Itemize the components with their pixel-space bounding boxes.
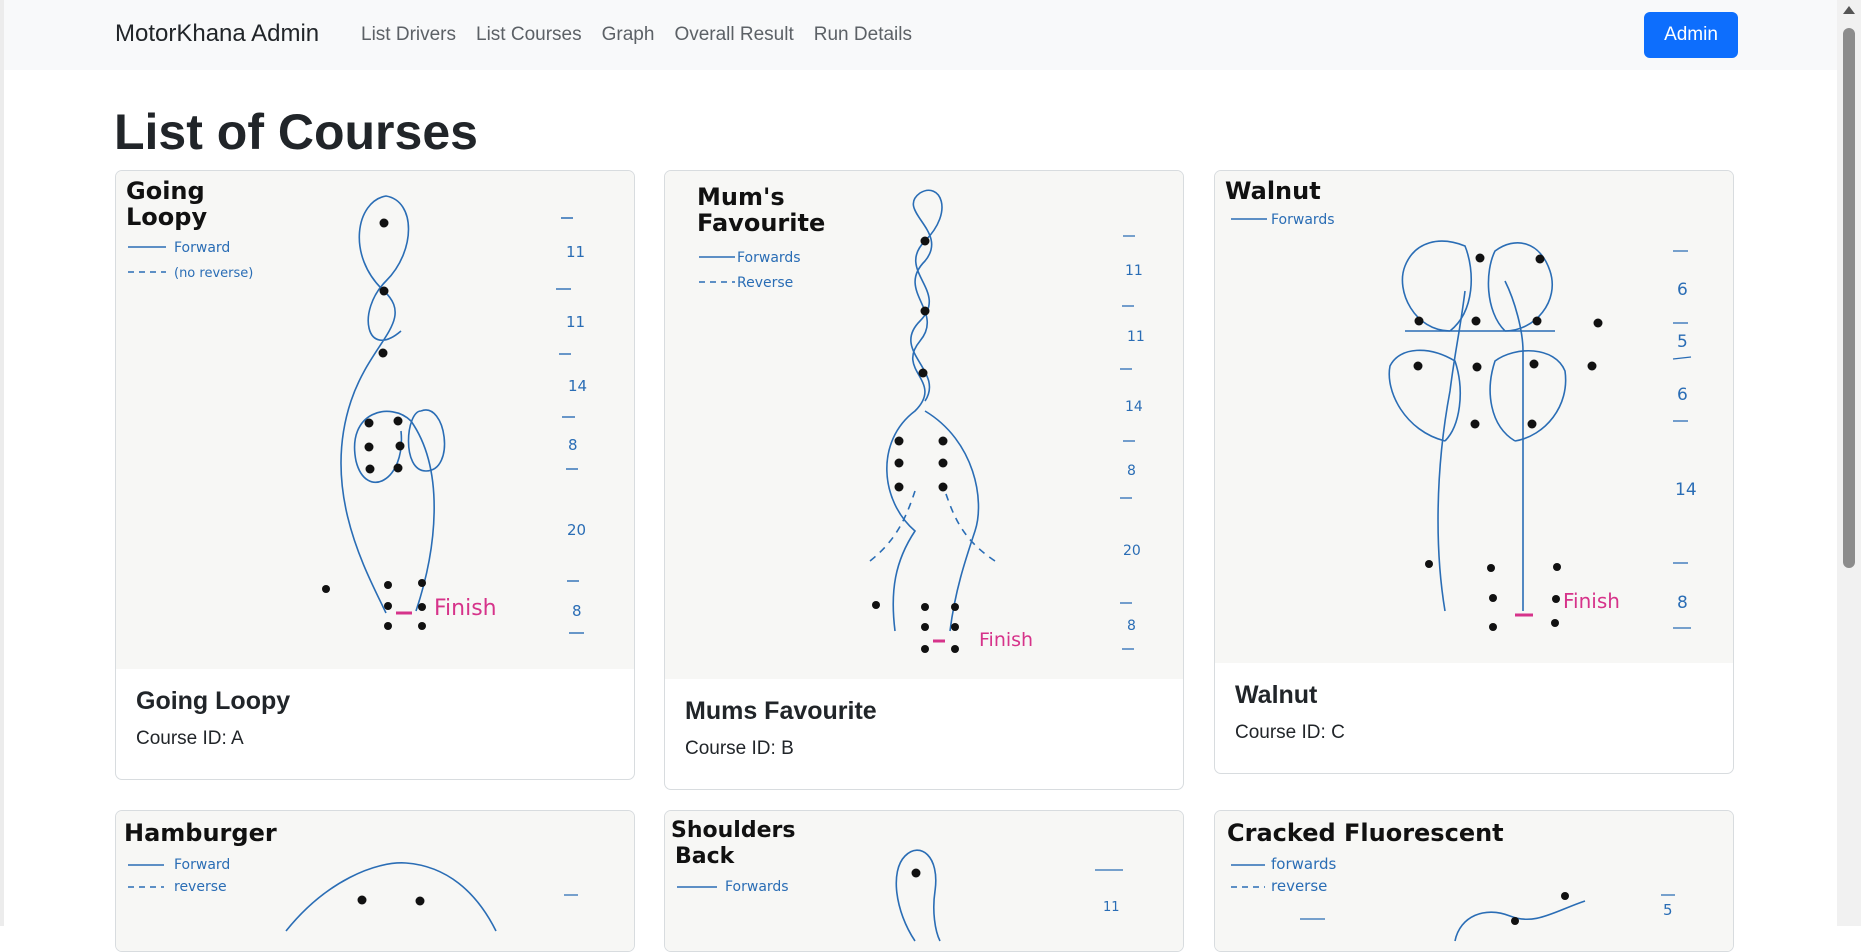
distance-label: 11 [1127,329,1145,345]
distance-label: 8 [1127,618,1136,634]
distance-label: 8 [1127,463,1136,479]
course-image: Cracked Fluorescent forwards reverse 5 [1215,811,1733,951]
distance-label: 14 [1675,480,1697,500]
legend-label: Forwards [725,879,789,895]
course-card[interactable]: Hamburger Forward reverse [115,810,635,952]
sketch-heading: Cracked Fluorescent [1227,819,1504,847]
course-card[interactable]: Shoulders Back Forwards 11 [664,810,1184,952]
sketch-heading: Hamburger [124,819,277,847]
sketch-heading: Going [126,177,205,205]
sketch-heading: Walnut [1225,177,1321,205]
course-card[interactable]: Walnut Forwards Finish 6 5 6 14 8 Walnut… [1214,170,1734,774]
distance-label: 5 [1663,901,1673,919]
distance-label: 8 [572,602,582,620]
course-id: Course ID: B [685,738,794,759]
distance-label: 6 [1677,385,1688,405]
course-card[interactable]: Cracked Fluorescent forwards reverse 5 [1214,810,1734,952]
legend-label: Forward [174,240,230,256]
distance-label: 6 [1677,280,1688,300]
legend-label: (no reverse) [174,266,253,281]
vertical-scrollbar[interactable] [1837,0,1861,926]
sketch-heading: Loopy [126,203,207,231]
distance-label: 11 [566,313,585,331]
course-image: Shoulders Back Forwards 11 [665,811,1183,951]
course-title[interactable]: Going Loopy [136,687,614,716]
course-image: Hamburger Forward reverse [116,811,634,951]
scroll-thumb[interactable] [1843,28,1855,568]
legend-label: reverse [174,879,227,895]
card-body: Mums Favourite Course ID: B [665,679,1183,778]
brand[interactable]: MotorKhana Admin [115,20,319,48]
distance-label: 5 [1677,332,1688,352]
nav-link-list-drivers[interactable]: List Drivers [361,24,456,46]
distance-label: 11 [1103,900,1120,915]
nav-link-graph[interactable]: Graph [602,24,655,46]
top-navbar: MotorKhana Admin List Drivers List Cours… [4,0,1837,70]
course-image: Going Loopy Forward (no reverse) Finish … [116,171,634,669]
nav-links: List Drivers List Courses Graph Overall … [361,24,912,46]
legend-label: Forwards [737,250,801,266]
distance-label: 11 [566,243,585,261]
sketch-heading: Favourite [697,209,825,237]
nav-link-overall-result[interactable]: Overall Result [674,24,793,46]
admin-button[interactable]: Admin [1644,12,1738,58]
course-title[interactable]: Walnut [1235,681,1713,710]
legend-label: reverse [1271,877,1327,895]
course-card[interactable]: Mum's Favourite Forwards Reverse Finish … [664,170,1184,790]
course-image: Mum's Favourite Forwards Reverse Finish … [665,171,1183,679]
distance-label: 20 [567,521,586,539]
distance-label: 11 [1125,263,1143,279]
finish-label: Finish [979,629,1033,651]
window-edge [0,0,4,926]
sketch-heading: Back [675,844,736,869]
distance-label: 8 [568,436,578,454]
finish-label: Finish [1563,589,1620,613]
card-body: Going Loopy Course ID: A [116,669,634,768]
card-body: Walnut Course ID: C [1215,663,1733,762]
legend-label: Reverse [737,275,793,291]
nav-link-run-details[interactable]: Run Details [814,24,912,46]
course-id: Course ID: C [1235,722,1345,743]
distance-label: 14 [1125,399,1143,415]
distance-label: 8 [1677,593,1688,613]
distance-label: 14 [568,377,587,395]
scroll-up-icon[interactable] [1843,6,1855,14]
page-title: List of Courses [114,104,478,160]
legend-label: forwards [1271,855,1337,873]
sketch-heading: Shoulders [671,818,795,843]
course-id: Course ID: A [136,728,244,749]
finish-label: Finish [434,596,497,621]
course-card[interactable]: Going Loopy Forward (no reverse) Finish … [115,170,635,780]
nav-link-list-courses[interactable]: List Courses [476,24,582,46]
legend-label: Forward [174,857,230,873]
legend-label: Forwards [1271,212,1335,228]
course-image: Walnut Forwards Finish 6 5 6 14 8 [1215,171,1733,663]
sketch-heading: Mum's [697,183,785,211]
distance-label: 20 [1123,543,1141,559]
course-title[interactable]: Mums Favourite [685,697,1163,726]
